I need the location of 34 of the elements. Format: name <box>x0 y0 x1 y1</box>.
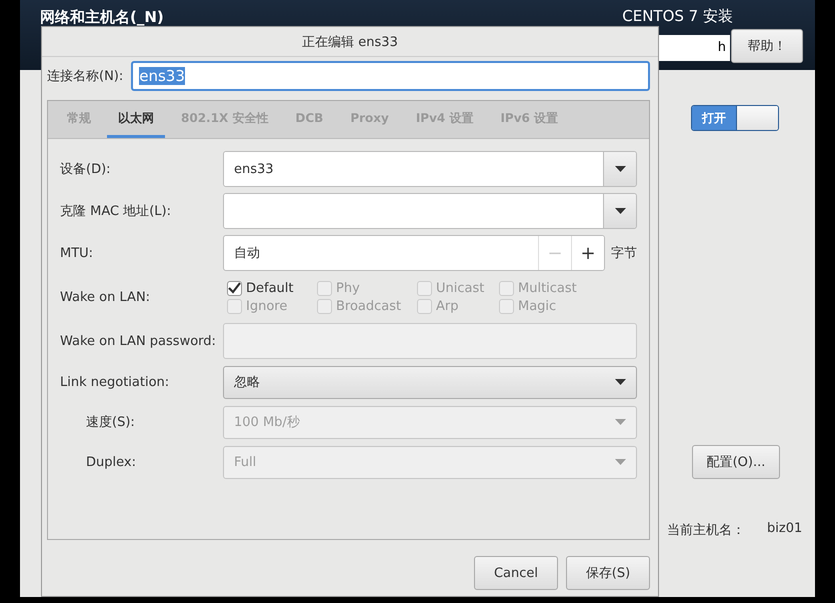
tab[interactable]: 常规 <box>56 101 102 138</box>
dialog-title: 正在编辑 ens33 <box>302 34 398 50</box>
field-label: 克隆 MAC 地址(L): <box>60 203 172 220</box>
tab[interactable]: IPv6 设置 <box>489 101 570 138</box>
caret-icon <box>615 379 626 385</box>
tab[interactable]: 802.1X 安全性 <box>170 101 280 138</box>
field-label: 速度(S): <box>85 414 136 431</box>
tab[interactable]: Proxy <box>339 101 400 138</box>
tab[interactable]: 以太网 <box>107 101 165 138</box>
unit-label: 字节 <box>611 245 637 262</box>
tab[interactable]: DCB <box>284 101 334 138</box>
dialog-button[interactable]: Cancel <box>474 556 558 590</box>
field-label: MTU: <box>60 246 94 260</box>
hostname-value: biz01 <box>767 521 802 538</box>
field-label: Duplex: <box>85 454 137 470</box>
checkbox-option[interactable]: Default <box>227 280 317 296</box>
field-label: Wake on LAN password: <box>60 334 217 348</box>
connection-name-label: 连接名称(N): <box>47 68 124 85</box>
field-label: 设备(D): <box>60 161 112 178</box>
connection-name-field[interactable]: ens33 <box>131 61 650 91</box>
dialog-button[interactable]: 保存(S) <box>566 556 650 590</box>
field-label: Link negotiation: <box>60 374 170 390</box>
device-switch[interactable]: 打开 <box>691 105 779 131</box>
product-title: CENTOS 7 安装 <box>622 7 733 26</box>
tab[interactable]: IPv4 设置 <box>404 101 484 138</box>
check-icon <box>228 282 241 294</box>
caret-icon <box>615 419 626 425</box>
help-button[interactable]: 帮助！ <box>731 29 803 63</box>
configure-button[interactable]: 配置(O)... <box>692 445 780 479</box>
page-title: 网络和主机名(_N) <box>40 8 164 26</box>
hostname-label: 当前主机名： <box>667 522 745 539</box>
dropdown[interactable]: 忽略 <box>223 366 637 398</box>
caret-icon <box>615 459 626 465</box>
field-label: Wake on LAN: <box>60 290 152 304</box>
